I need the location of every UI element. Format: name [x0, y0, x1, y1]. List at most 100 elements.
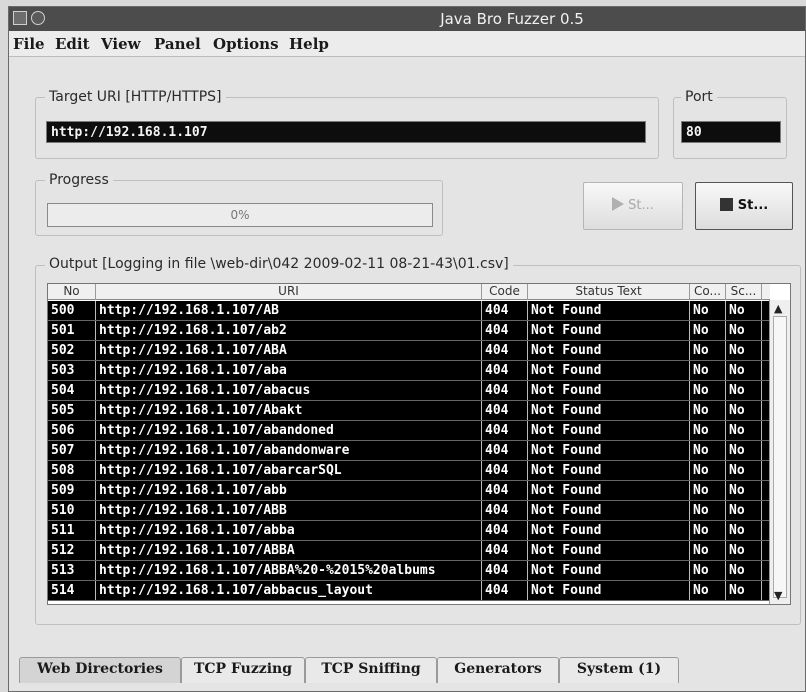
table-row[interactable]: 507 http://192.168.1.107/abandonware 404 No… [48, 441, 770, 461]
cell-sc: No [726, 461, 762, 480]
table-row[interactable]: 506 http://192.168.1.107/abandoned 404 Not … [48, 421, 770, 441]
cell-status-text: Not Found [528, 421, 690, 440]
col-status-text[interactable]: Status Text [528, 284, 690, 300]
cell-code: 404 [482, 521, 528, 540]
cell-sc: No [726, 341, 762, 360]
cell-code: 404 [482, 481, 528, 500]
col-sc[interactable]: Sc... [726, 284, 762, 300]
cell-status-text: Not Found [528, 481, 690, 500]
table-row[interactable]: 511 http://192.168.1.107/abba 404 Not Found… [48, 521, 770, 541]
cell-code: 404 [482, 321, 528, 340]
cell-status-text: Not Found [528, 301, 690, 320]
cell-code: 404 [482, 581, 528, 600]
cell-co: No [690, 321, 726, 340]
col-co[interactable]: Co... [690, 284, 726, 300]
cell-status-text: Not Found [528, 361, 690, 380]
menu-help[interactable]: Help [289, 35, 329, 53]
col-uri[interactable]: URI [96, 284, 482, 300]
cell-uri: http://192.168.1.107/abacus [96, 381, 482, 400]
col-no[interactable]: No [48, 284, 96, 300]
stop-button[interactable]: St... [695, 182, 793, 230]
title-bar[interactable]: Java Bro Fuzzer 0.5 [9, 7, 805, 31]
cell-uri: http://192.168.1.107/ABBA%20-%2015%20alb… [96, 561, 482, 580]
menu-panel[interactable]: Panel [154, 35, 201, 53]
cell-code: 404 [482, 501, 528, 520]
table-row[interactable]: 512 http://192.168.1.107/ABBA 404 Not Found… [48, 541, 770, 561]
cell-no: 511 [48, 521, 96, 540]
cell-co: No [690, 441, 726, 460]
cell-co: No [690, 521, 726, 540]
col-code[interactable]: Code [482, 284, 528, 300]
cell-code: 404 [482, 301, 528, 320]
cell-status-text: Not Found [528, 401, 690, 420]
menu-edit[interactable]: Edit [55, 35, 90, 53]
scroll-thumb[interactable] [773, 316, 787, 598]
table-row[interactable]: 504 http://192.168.1.107/abacus 404 Not Fou… [48, 381, 770, 401]
cell-no: 509 [48, 481, 96, 500]
menu-bar: File Edit View Panel Options Help [9, 31, 805, 57]
cell-co: No [690, 361, 726, 380]
target-uri-input[interactable]: http://192.168.1.107 [46, 121, 646, 143]
table-row[interactable]: 503 http://192.168.1.107/aba 404 Not Found N… [48, 361, 770, 381]
cell-co: No [690, 541, 726, 560]
cell-sc: No [726, 541, 762, 560]
stop-button-label: St... [737, 198, 769, 213]
cell-sc: No [726, 561, 762, 580]
cell-uri: http://192.168.1.107/ab2 [96, 321, 482, 340]
cell-uri: http://192.168.1.107/abba [96, 521, 482, 540]
table-row[interactable]: 508 http://192.168.1.107/abarcarSQL 404 Not… [48, 461, 770, 481]
tab-web-directories[interactable]: Web Directories [19, 657, 181, 683]
cell-no: 512 [48, 541, 96, 560]
cell-no: 514 [48, 581, 96, 600]
app-window: Java Bro Fuzzer 0.5 File Edit View Panel… [8, 6, 806, 692]
scroll-up-icon[interactable]: ▲ [774, 302, 782, 315]
table-row[interactable]: 510 http://192.168.1.107/ABB 404 Not Found N… [48, 501, 770, 521]
tab-system[interactable]: System (1) [559, 657, 679, 683]
cell-no: 506 [48, 421, 96, 440]
cell-code: 404 [482, 421, 528, 440]
play-icon [612, 197, 625, 211]
cell-sc: No [726, 481, 762, 500]
table-row[interactable]: 500 http://192.168.1.107/AB 404 Not Found No… [48, 301, 770, 321]
menu-view[interactable]: View [101, 35, 141, 53]
table-row[interactable]: 513 http://192.168.1.107/ABBA%20-%2015%20… [48, 561, 770, 581]
table-row[interactable]: 502 http://192.168.1.107/ABA 404 Not Found N… [48, 341, 770, 361]
cell-sc: No [726, 581, 762, 600]
tab-generators[interactable]: Generators [437, 657, 559, 683]
cell-code: 404 [482, 461, 528, 480]
cell-sc: No [726, 401, 762, 420]
port-input[interactable]: 80 [681, 121, 781, 143]
cell-sc: No [726, 501, 762, 520]
cell-co: No [690, 401, 726, 420]
cell-no: 503 [48, 361, 96, 380]
vertical-scrollbar[interactable]: ▲ ▼ [769, 300, 790, 604]
cell-status-text: Not Found [528, 441, 690, 460]
cell-co: No [690, 301, 726, 320]
cell-status-text: Not Found [528, 521, 690, 540]
cell-sc: No [726, 441, 762, 460]
table-row[interactable]: 501 http://192.168.1.107/ab2 404 Not Found N… [48, 321, 770, 341]
table-header: No URI Code Status Text Co... Sc... [48, 284, 770, 300]
cell-uri: http://192.168.1.107/Abakt [96, 401, 482, 420]
cell-no: 500 [48, 301, 96, 320]
start-button[interactable]: St... [583, 182, 683, 230]
cell-status-text: Not Found [528, 321, 690, 340]
tab-tcp-fuzzing[interactable]: TCP Fuzzing [181, 657, 305, 683]
table-row[interactable]: 505 http://192.168.1.107/Abakt 404 Not Foun… [48, 401, 770, 421]
tab-tcp-sniffing[interactable]: TCP Sniffing [305, 657, 437, 683]
scroll-down-icon[interactable]: ▼ [774, 589, 782, 602]
menu-options[interactable]: Options [213, 35, 279, 53]
stop-icon [719, 198, 733, 211]
menu-file[interactable]: File [13, 35, 45, 53]
cell-code: 404 [482, 541, 528, 560]
cell-uri: http://192.168.1.107/ABA [96, 341, 482, 360]
table-row[interactable]: 514 http://192.168.1.107/abbacus_layout 40… [48, 581, 770, 601]
cell-uri: http://192.168.1.107/abbacus_layout [96, 581, 482, 600]
output-table: No URI Code Status Text Co... Sc... 500 h… [47, 283, 791, 605]
cell-code: 404 [482, 341, 528, 360]
cell-status-text: Not Found [528, 561, 690, 580]
table-row[interactable]: 509 http://192.168.1.107/abb 404 Not Found N… [48, 481, 770, 501]
progress-bar: 0% [47, 203, 433, 227]
cell-code: 404 [482, 401, 528, 420]
cell-no: 505 [48, 401, 96, 420]
